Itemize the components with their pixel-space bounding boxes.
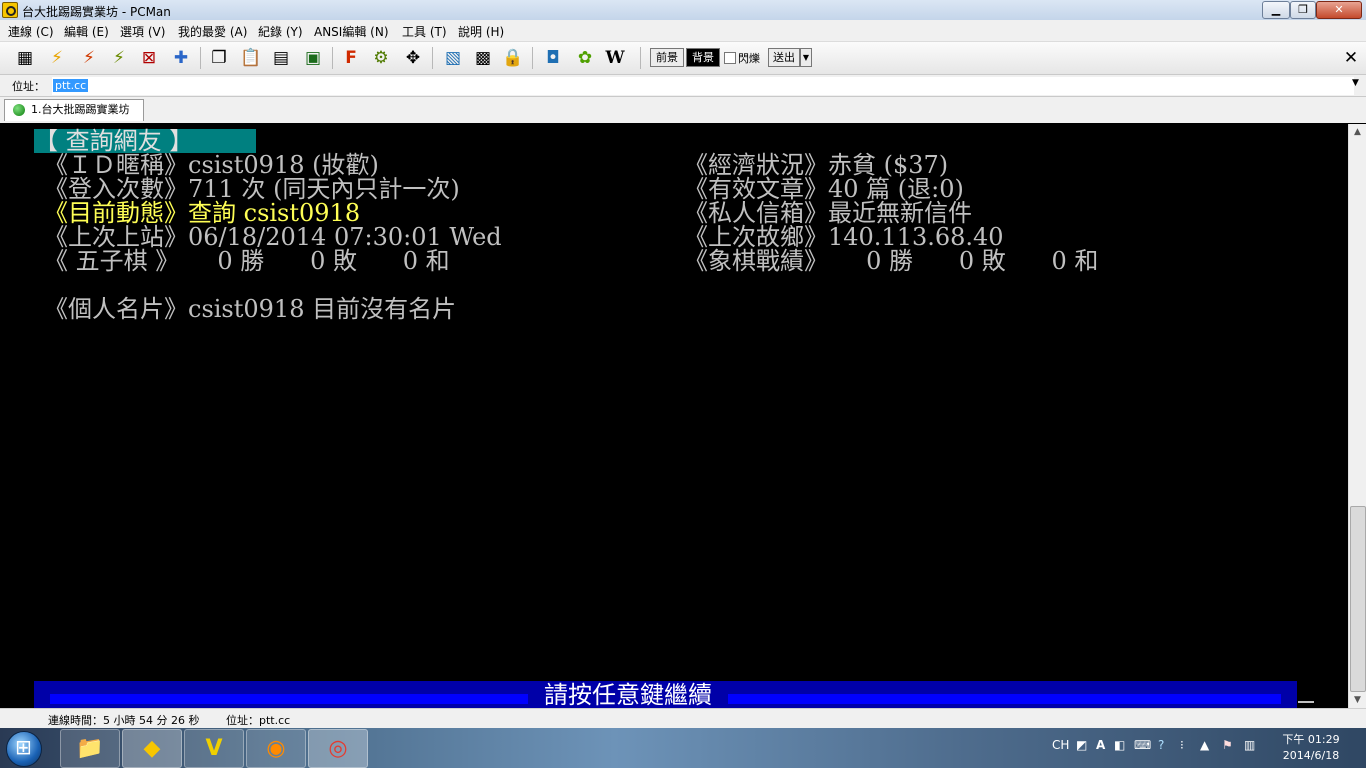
scrollbar-thumb[interactable] — [1350, 506, 1366, 692]
copy-article-icon[interactable]: ▤ — [270, 47, 292, 69]
foreground-color-button[interactable]: 前景 — [650, 48, 684, 67]
blink-label: 閃爍 — [738, 52, 760, 65]
menu-edit[interactable]: 編輯 (E) — [64, 23, 109, 40]
pcman-taskbar-icon[interactable]: ◆ — [122, 729, 182, 768]
toolbar: ▦ ⚡ ⚡ ⚡ ⊠ ✚ ❐ 📋 ▤ ▣ F ⚙ ✥ ▧ ▩ 🔒 ◘ ✿ W 前景… — [0, 42, 1366, 75]
paste-icon[interactable]: 📋 — [240, 47, 262, 69]
gomoku-record-line: 《 五子棋 》 0 勝 0 敗 0 和 — [44, 247, 450, 275]
ime-icon[interactable]: ◩ — [1076, 738, 1087, 752]
font-icon[interactable]: F — [340, 47, 362, 69]
maximize-button[interactable]: ❐ — [1290, 1, 1316, 19]
chess-record-line: 《象棋戰績》 0 勝 0 敗 0 和 — [684, 247, 1099, 275]
menu-tools[interactable]: 工具 (T) — [402, 23, 447, 40]
connection-time: 連線時間：5 小時 54 分 26 秒 — [48, 714, 200, 727]
tab-ptt[interactable]: 1.台大批踢踢實業坊 — [4, 99, 144, 121]
chrome-icon[interactable]: ◎ — [308, 729, 368, 768]
menu-ansi-edit[interactable]: ANSI編輯 (N) — [314, 23, 389, 40]
windows-taskbar: 📁 ◆ V ◉ ◎ CH ◩ A ◧ ⌨ ? ⁝ ▲ ⚑ ▥ 下午 01:29 … — [0, 728, 1366, 768]
id-nickname-line: 《ＩＤ暱稱》csist0918 (妝歡) — [44, 151, 379, 179]
status-address: 位址：ptt.cc — [226, 714, 291, 727]
menu-connection[interactable]: 連線 (C) — [8, 23, 54, 40]
reconnect-icon[interactable]: ⚡ — [78, 47, 100, 69]
minimize-button[interactable]: ▁ — [1262, 1, 1290, 19]
close-button[interactable]: ✕ — [1316, 1, 1362, 19]
toolbar-close-icon[interactable]: ✕ — [1340, 47, 1362, 69]
copy-icon[interactable]: ❐ — [208, 47, 230, 69]
send-dropdown-arrow-icon[interactable]: ▼ — [800, 48, 812, 67]
scroll-up-arrow-icon[interactable]: ▲ — [1349, 124, 1366, 140]
lock-icon[interactable]: 🔒 — [502, 47, 524, 69]
taskbar-clock[interactable]: 下午 01:29 2014/6/18 — [1282, 732, 1340, 764]
emoticon-icon[interactable]: ▩ — [472, 47, 494, 69]
address-dropdown-icon[interactable]: ▼ — [1352, 78, 1359, 88]
pcman-icon[interactable]: ◘ — [542, 47, 564, 69]
connect-icon[interactable]: ⚡ — [46, 47, 68, 69]
valid-posts-line: 《有效文章》40 篇 (退:0) — [684, 175, 964, 203]
address-bar: 位址： ptt.cc ▼ — [0, 75, 1366, 97]
personal-card-line: 《個人名片》csist0918 目前沒有名片 — [44, 295, 457, 323]
site-list-icon[interactable]: ▦ — [14, 47, 36, 69]
login-count-line: 《登入次數》711 次 (同天內只計一次) — [44, 175, 460, 203]
window-title: 台大批踢踢實業坊 - PCMan — [22, 5, 171, 19]
scroll-down-arrow-icon[interactable]: ▼ — [1349, 692, 1366, 708]
pcman-app-icon — [2, 2, 18, 18]
economy-status-line: 《經濟狀況》赤貧 ($37) — [684, 151, 949, 179]
last-login-line: 《上次上站》06/18/2014 07:30:01 Wed — [44, 223, 502, 251]
query-user-header: 【 查詢網友 】 — [34, 129, 256, 153]
address-input[interactable]: ptt.cc — [52, 77, 1354, 95]
address-label: 位址： — [12, 80, 45, 93]
flower-icon[interactable]: ✿ — [574, 47, 596, 69]
close-tab-icon[interactable]: ⊠ — [138, 47, 160, 69]
menu-favorites[interactable]: 我的最愛 (A) — [178, 23, 247, 40]
clock-time: 下午 01:29 — [1282, 733, 1340, 746]
fullscreen-icon[interactable]: ✥ — [402, 47, 424, 69]
menu-options[interactable]: 選項 (V) — [120, 23, 165, 40]
terminal-scrollbar[interactable]: ▲ ▼ — [1348, 124, 1366, 708]
wikipedia-icon[interactable]: W — [604, 47, 626, 69]
press-any-key-text: 請按任意鍵繼續 — [528, 683, 728, 707]
menu-help[interactable]: 說明 (H) — [458, 23, 504, 40]
title-bar: 台大批踢踢實業坊 - PCMan ▁ ❐ ✕ — [0, 0, 1366, 21]
connected-status-icon — [13, 104, 25, 116]
screenshot-icon[interactable]: ▣ — [302, 47, 324, 69]
input-language[interactable]: CH — [1052, 738, 1069, 752]
send-button[interactable]: 送出 — [768, 48, 800, 67]
settings-gear-icon[interactable]: ⚙ — [370, 47, 392, 69]
half-width-icon[interactable]: ◧ — [1114, 738, 1125, 752]
menu-history[interactable]: 紀錄 (Y) — [258, 23, 303, 40]
last-ip-line: 《上次故鄉》140.113.68.40 — [684, 223, 1004, 251]
private-mailbox-line: 《私人信箱》最近無新信件 — [684, 199, 972, 227]
options-icon[interactable]: ⁝ — [1180, 738, 1184, 752]
show-hidden-icons-icon[interactable]: ▲ — [1200, 738, 1209, 752]
blink-checkbox[interactable] — [724, 52, 736, 64]
status-bar: 連線時間：5 小時 54 分 26 秒 位址：ptt.cc — [0, 708, 1366, 729]
clock-date: 2014/6/18 — [1282, 749, 1340, 762]
menu-bar: 連線 (C) 編輯 (E) 選項 (V) 我的最愛 (A) 紀錄 (Y) ANS… — [0, 20, 1366, 42]
file-explorer-icon[interactable]: 📁 — [60, 729, 120, 768]
font-a-icon[interactable]: A — [1096, 738, 1105, 752]
start-button[interactable] — [6, 731, 42, 767]
help-icon[interactable]: ? — [1158, 738, 1164, 752]
background-color-button[interactable]: 背景 — [686, 48, 720, 67]
action-center-flag-icon[interactable]: ⚑ — [1222, 738, 1233, 752]
firefox-icon[interactable]: ◉ — [246, 729, 306, 768]
terminal-cursor — [1298, 701, 1314, 703]
current-activity-line: 《目前動態》查詢 csist0918 — [44, 199, 361, 227]
vlc-like-v-icon[interactable]: V — [184, 729, 244, 768]
add-favorite-icon[interactable]: ✚ — [170, 47, 192, 69]
keyboard-icon[interactable]: ⌨ — [1134, 738, 1151, 752]
disconnect-icon[interactable]: ⚡ — [108, 47, 130, 69]
network-icon[interactable]: ▥ — [1244, 738, 1255, 752]
terminal-screen[interactable]: 【 查詢網友 】 《ＩＤ暱稱》csist0918 (妝歡) 《經濟狀況》赤貧 (… — [0, 124, 1348, 708]
tab-bar: 1.台大批踢踢實業坊 — [0, 97, 1366, 123]
image-viewer-icon[interactable]: ▧ — [442, 47, 464, 69]
press-any-key-bar[interactable]: 請按任意鍵繼續 — [34, 681, 1297, 708]
